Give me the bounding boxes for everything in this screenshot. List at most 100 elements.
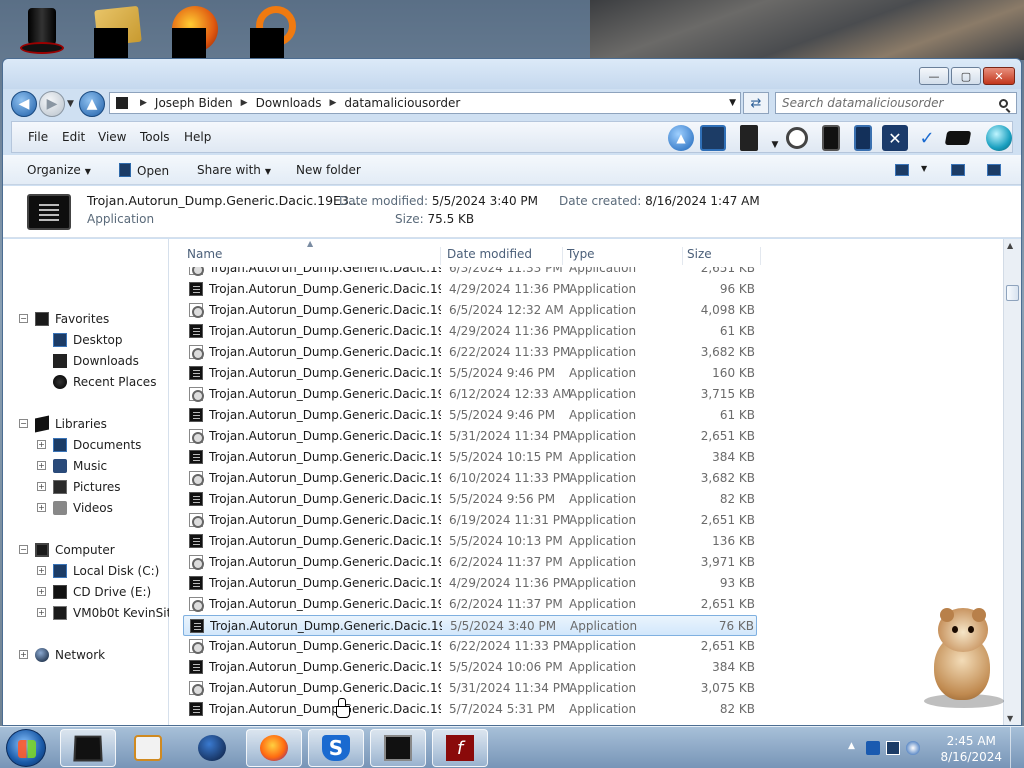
notebook-icon[interactable] [854, 125, 872, 151]
chevron-right-icon[interactable]: ▶ [140, 98, 147, 108]
show-hidden-icons-icon[interactable]: ▲ [848, 741, 862, 755]
nav-desktop[interactable]: Desktop [53, 330, 123, 350]
maximize-button[interactable]: ▢ [951, 67, 981, 85]
file-row[interactable]: Trojan.Autorun_Dump.Generic.Dacic.19E...… [183, 426, 757, 447]
nav-cd-drive[interactable]: CD Drive (E:) [53, 582, 151, 602]
scroll-thumb[interactable] [1006, 285, 1019, 301]
file-row[interactable]: Trojan.Autorun_Dump.Generic.Dacic.19E...… [183, 447, 757, 468]
taskbar-firefox[interactable] [246, 729, 302, 767]
chevron-right-icon[interactable]: ▶ [329, 98, 336, 108]
help-icon[interactable] [987, 164, 1001, 176]
network-tray-icon[interactable] [886, 741, 900, 755]
nav-vm-share[interactable]: VM0b0t KevinSite [53, 603, 179, 623]
file-row[interactable]: Trojan.Autorun_Dump.Generic.Dacic.19E...… [183, 510, 757, 531]
menu-help[interactable]: Help [184, 130, 211, 144]
nav-recent-places[interactable]: Recent Places [53, 372, 156, 392]
folder-icon[interactable] [92, 5, 142, 62]
clock[interactable]: 2:45 AM 8/16/2024 [940, 733, 1002, 765]
volume-icon[interactable] [906, 741, 920, 755]
file-row[interactable]: Trojan.Autorun_Dump.Generic.Dacic.19E...… [183, 363, 757, 384]
tag-icon[interactable] [944, 131, 972, 145]
file-row[interactable]: Trojan.Autorun_Dump.Generic.Dacic.19E...… [183, 657, 757, 678]
file-row[interactable]: Trojan.Autorun_Dump.Generic.Dacic.19E...… [183, 279, 757, 300]
column-size[interactable]: Size [683, 247, 761, 265]
show-desktop-button[interactable] [1010, 727, 1024, 768]
refresh-button[interactable]: ⇄ [743, 92, 769, 114]
file-row[interactable]: Trojan.Autorun_Dump.Generic.Dacic.19E...… [183, 573, 757, 594]
camera-icon[interactable] [786, 127, 808, 149]
delete-icon[interactable]: ✕ [882, 125, 908, 151]
file-row[interactable]: Trojan.Autorun_Dump.Generic.Dacic.19E...… [183, 342, 757, 363]
nav-downloads[interactable]: Downloads [53, 351, 139, 371]
taskbar-media-player[interactable] [120, 729, 176, 767]
file-row[interactable]: Trojan.Autorun_Dump.Generic.Dacic.19E...… [183, 615, 757, 636]
documents-icon[interactable] [822, 125, 840, 151]
file-row[interactable]: Trojan.Autorun_Dump.Generic.Dacic.19E...… [183, 468, 757, 489]
action-center-icon[interactable] [866, 741, 880, 755]
back-button[interactable]: ◀ [11, 91, 37, 117]
expand-cd-drive[interactable]: + [37, 587, 46, 596]
up-button[interactable]: ▲ [79, 91, 105, 117]
expand-music[interactable]: + [37, 461, 46, 470]
file-row[interactable]: Trojan.Autorun_Dump.Generic.Dacic.19E...… [183, 678, 757, 699]
column-date-modified[interactable]: Date modified [443, 247, 563, 265]
new-folder-button[interactable]: New folder [296, 163, 361, 177]
file-row[interactable]: Trojan.Autorun_Dump.Generic.Dacic.19E...… [183, 552, 757, 573]
check-icon[interactable]: ✓ [914, 125, 940, 151]
taskbar-box-app[interactable] [60, 729, 116, 767]
file-row[interactable]: Trojan.Autorun_Dump.Generic.Dacic.19E...… [183, 405, 757, 426]
taskbar-terminal[interactable] [370, 729, 426, 767]
collapse-computer[interactable]: − [19, 545, 28, 554]
upload-globe-icon[interactable]: ▲ [668, 125, 694, 151]
organize-button[interactable]: Organize ▼ [27, 163, 91, 177]
collapse-libraries[interactable]: − [19, 419, 28, 428]
nav-network[interactable]: Network [35, 645, 105, 665]
change-view-icon[interactable] [895, 164, 909, 176]
file-row[interactable]: Trojan.Autorun_Dump.Generic.Dacic.19E...… [183, 321, 757, 342]
expand-pictures[interactable]: + [37, 482, 46, 491]
search-input[interactable]: Search datamaliciousorder [775, 92, 1017, 114]
chevron-right-icon[interactable]: ▶ [241, 98, 248, 108]
expand-network[interactable]: + [19, 650, 28, 659]
menu-view[interactable]: View [98, 130, 126, 144]
scroll-up-icon[interactable]: ▲ [1007, 241, 1013, 250]
breadcrumb-downloads[interactable]: Downloads [256, 96, 322, 110]
expand-documents[interactable]: + [37, 440, 46, 449]
taskbar-flash[interactable]: f [432, 729, 488, 767]
expand-videos[interactable]: + [37, 503, 46, 512]
preview-pane-icon[interactable] [951, 164, 965, 176]
file-row[interactable]: Trojan.Autorun_Dump.Generic.Dacic.19E...… [183, 489, 757, 510]
view-dropdown-icon[interactable]: ▼ [921, 164, 927, 173]
screen-icon[interactable] [700, 125, 726, 151]
collapse-favorites[interactable]: − [19, 314, 28, 323]
search-icon[interactable] [999, 99, 1008, 108]
nav-local-disk[interactable]: Local Disk (C:) [53, 561, 159, 581]
menu-edit[interactable]: Edit [62, 130, 85, 144]
title-bar[interactable]: — ▢ ✕ [3, 59, 1021, 89]
nav-pictures[interactable]: Pictures [53, 477, 121, 497]
start-button[interactable] [6, 729, 46, 767]
nav-music[interactable]: Music [53, 456, 107, 476]
orb-icon[interactable] [170, 6, 220, 62]
menu-file[interactable]: File [28, 130, 48, 144]
file-row[interactable]: Trojan.Autorun_Dump.Generic.Dacic.19E...… [183, 300, 757, 321]
nav-videos[interactable]: Videos [53, 498, 113, 518]
share-with-button[interactable]: Share with ▼ [197, 163, 271, 177]
close-button[interactable]: ✕ [983, 67, 1015, 85]
sphere-icon[interactable] [986, 125, 1012, 151]
column-name[interactable]: Name [183, 247, 441, 265]
expand-vm-share[interactable]: + [37, 608, 46, 617]
ring-icon[interactable] [248, 6, 298, 62]
file-row[interactable]: Trojan.Autorun_Dump.Generic.Dacic.19E...… [183, 267, 757, 279]
taskbar-s-app[interactable]: S [308, 729, 364, 767]
file-row[interactable]: Trojan.Autorun_Dump.Generic.Dacic.19E...… [183, 531, 757, 552]
nav-libraries[interactable]: Libraries [35, 414, 107, 434]
nav-favorites[interactable]: Favorites [35, 309, 109, 329]
taskbar-globe-app[interactable] [184, 729, 240, 767]
menu-tools[interactable]: Tools [140, 130, 170, 144]
column-type[interactable]: Type [563, 247, 683, 265]
address-bar[interactable]: ▶ Joseph Biden ▶ Downloads ▶ datamalicio… [109, 92, 741, 114]
file-row[interactable]: Trojan.Autorun_Dump.Generic.Dacic.19E...… [183, 594, 757, 615]
file-row[interactable]: Trojan.Autorun_Dump.Generic.Dacic.19E...… [183, 699, 757, 720]
address-dropdown-icon[interactable]: ▼ [729, 98, 736, 108]
